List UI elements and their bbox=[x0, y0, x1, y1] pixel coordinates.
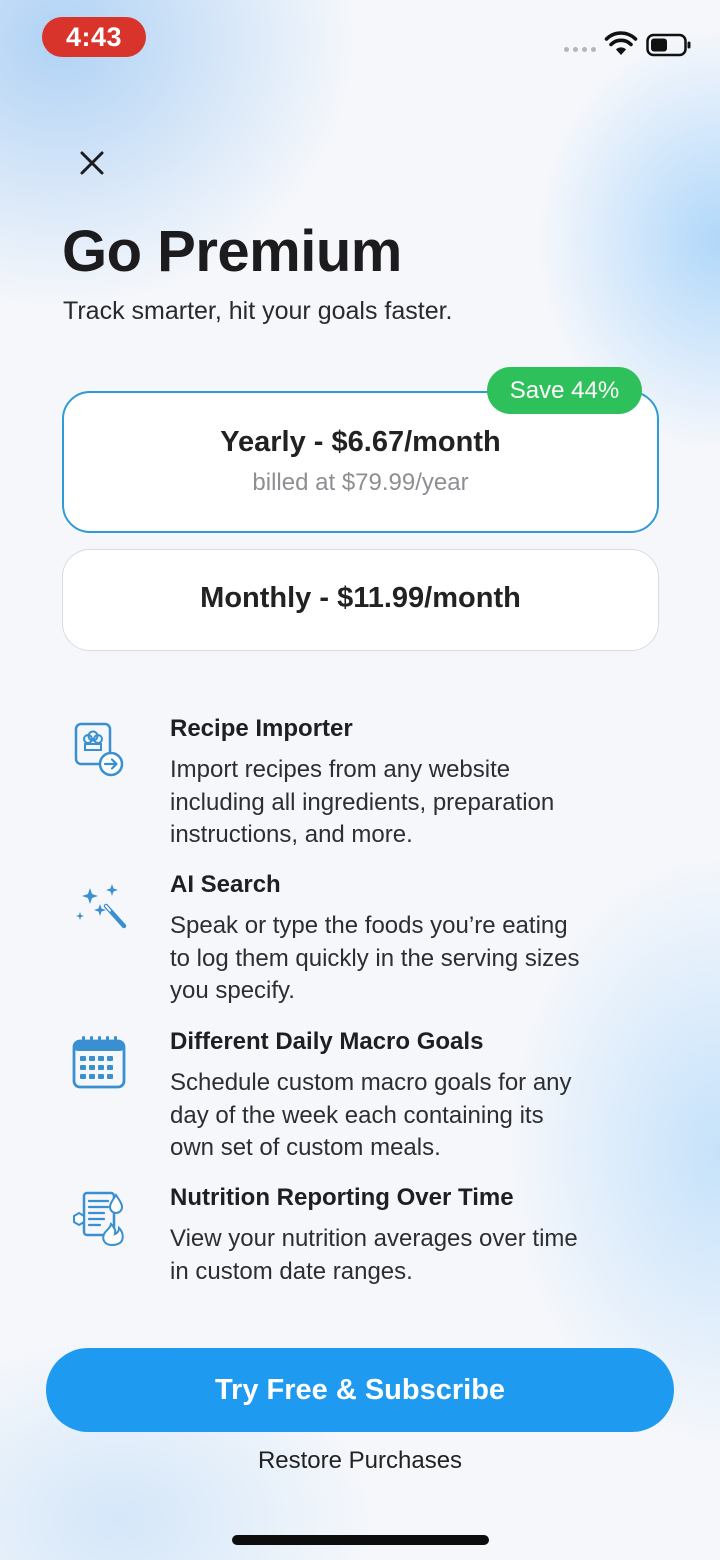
page-title: Go Premium bbox=[62, 219, 402, 284]
yearly-plan-billing: billed at $79.99/year bbox=[252, 469, 469, 496]
home-indicator bbox=[232, 1535, 489, 1545]
status-time: 4:43 bbox=[42, 17, 146, 57]
monthly-plan-option[interactable]: Monthly - $11.99/month bbox=[62, 549, 659, 651]
feature-title: Recipe Importer bbox=[170, 715, 353, 742]
wifi-icon bbox=[604, 31, 638, 55]
restore-purchases-link[interactable]: Restore Purchases bbox=[0, 1447, 720, 1475]
save-badge: Save 44% bbox=[487, 367, 642, 414]
paywall-screen: 4:43 Go Premium Track smarter, hit your … bbox=[0, 0, 720, 1560]
feature-title: AI Search bbox=[170, 871, 281, 898]
feature-description: Import recipes from any website includin… bbox=[170, 756, 555, 848]
yearly-plan-title: Yearly - $6.67/month bbox=[220, 426, 501, 458]
feature-description: Schedule custom macro goals for any day … bbox=[170, 1069, 572, 1161]
feature-title: Nutrition Reporting Over Time bbox=[170, 1184, 514, 1211]
feature-description: View your nutrition averages over time i… bbox=[170, 1225, 578, 1285]
cellular-signal-icon bbox=[564, 47, 596, 52]
close-icon[interactable] bbox=[74, 145, 110, 181]
try-free-subscribe-button[interactable]: Try Free & Subscribe bbox=[46, 1348, 674, 1432]
feature-description: Speak or type the foods you’re eating to… bbox=[170, 912, 580, 1004]
monthly-plan-title: Monthly - $11.99/month bbox=[200, 582, 521, 614]
battery-icon bbox=[646, 33, 691, 57]
calendar-icon bbox=[72, 1036, 126, 1089]
feature-title: Different Daily Macro Goals bbox=[170, 1028, 484, 1055]
ai-sparkle-wand-icon bbox=[76, 884, 127, 929]
page-subtitle: Track smarter, hit your goals faster. bbox=[63, 297, 453, 325]
nutrition-report-icon bbox=[73, 1191, 124, 1247]
recipe-importer-icon bbox=[74, 722, 124, 777]
